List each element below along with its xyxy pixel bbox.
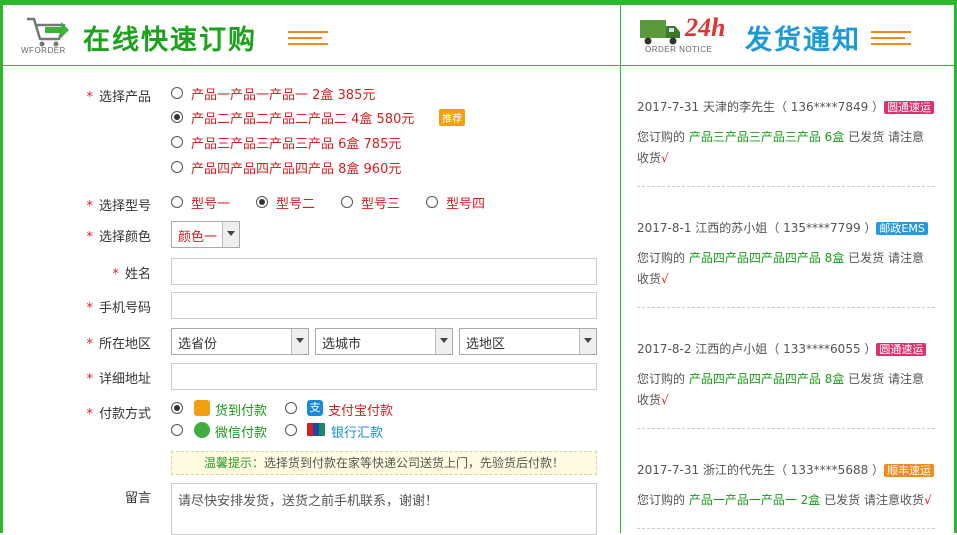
model-radio-1[interactable]	[171, 196, 183, 208]
product-option-4[interactable]: 产品四产品四产品四产品 8盒 960元	[191, 158, 401, 177]
address-label: * 详细地址	[86, 372, 151, 387]
unionpay-icon	[307, 423, 325, 436]
payment-radio-wechat[interactable]	[171, 424, 183, 436]
notice-body: 您订购的 产品四产品四产品四产品 8盒 已发货 请注意收货√	[637, 251, 924, 286]
chevron-down-icon	[435, 329, 452, 354]
cod-icon	[194, 400, 210, 416]
notice-meta: 2017-8-2 江西的卢小姐（ 133****6055 ）圆通速运	[637, 340, 935, 359]
model-option-2[interactable]: 型号二	[276, 193, 315, 212]
product-option-2[interactable]: 产品二产品二产品二产品二 4盒 580元	[191, 108, 414, 127]
product-radio-1[interactable]	[171, 87, 183, 99]
notice-caption: ORDER NOTICE	[645, 45, 713, 54]
product-radio-4[interactable]	[171, 161, 183, 173]
name-label: * 姓名	[112, 267, 151, 282]
notice-body: 您订购的 产品四产品四产品四产品 8盒 已发货 请注意收货√	[637, 372, 924, 407]
payment-radio-alipay[interactable]	[285, 402, 297, 414]
product-option-3[interactable]: 产品三产品三产品三产品 6盒 785元	[191, 133, 401, 152]
title-decoration	[288, 31, 328, 49]
wechat-icon	[194, 422, 210, 438]
payment-radio-cod[interactable]	[171, 402, 183, 414]
color-select[interactable]: 颜色一	[171, 221, 240, 248]
model-radio-4[interactable]	[426, 196, 438, 208]
courier-badge: 圆通速运	[884, 101, 935, 114]
product-label: * 选择产品	[86, 90, 151, 105]
district-select[interactable]: 选地区	[459, 328, 597, 355]
payment-radio-bank[interactable]	[285, 424, 297, 436]
color-label: * 选择颜色	[86, 230, 151, 245]
order-caption: WFORDER	[21, 46, 66, 55]
chevron-down-icon	[222, 222, 239, 247]
product-radio-3[interactable]	[171, 136, 183, 148]
model-radio-2[interactable]	[256, 196, 268, 208]
model-option-4[interactable]: 型号四	[446, 193, 485, 212]
city-select[interactable]: 选城市	[315, 328, 453, 355]
truck-icon	[640, 20, 680, 45]
name-input[interactable]	[171, 258, 597, 285]
province-value: 选省份	[178, 337, 218, 352]
notice-item: 2017-8-1 江西的苏小姐（ 135****7799 ）邮政EMS 您订购的…	[637, 219, 935, 308]
message-label: 留言	[124, 491, 151, 506]
chevron-down-icon	[291, 329, 308, 354]
product-option-1[interactable]: 产品一产品一产品一 2盒 385元	[191, 84, 375, 103]
tip-text: 选择货到付款在家等快递公司送货上门，先验货后付款！	[264, 456, 565, 470]
address-input[interactable]	[171, 363, 597, 390]
notice-item: 2017-7-31 天津的李先生（ 136****7849 ）圆通速运 您订购的…	[637, 98, 935, 187]
alipay-icon: 支	[307, 400, 323, 416]
courier-badge: 圆通速运	[876, 343, 927, 356]
payment-option-wechat[interactable]: 微信付款	[215, 422, 267, 441]
order-header: WFORDER 在线快速订购	[3, 5, 620, 65]
message-textarea[interactable]: 请尽快安排发货，送货之前手机联系，谢谢！	[171, 483, 597, 535]
model-radio-3[interactable]	[341, 196, 353, 208]
payment-tip: 温馨提示：选择货到付款在家等快递公司送货上门，先验货后付款！	[171, 451, 597, 475]
payment-option-bank[interactable]: 银行汇款	[331, 422, 383, 441]
model-option-1[interactable]: 型号一	[191, 193, 230, 212]
notice-meta: 2017-7-31 浙江的代先生（ 133****5688 ）顺丰速运	[637, 461, 935, 480]
notice-meta: 2017-7-31 天津的李先生（ 136****7849 ）圆通速运	[637, 98, 935, 117]
order-form: * 选择产品 产品一产品一产品一 2盒 385元 产品二产品二产品二产品二 4盒 …	[3, 66, 620, 535]
courier-badge: 顺丰速运	[884, 464, 935, 477]
recommend-badge: 推荐	[439, 109, 465, 126]
notice-body: 您订购的 产品三产品三产品三产品 6盒 已发货 请注意收货√	[637, 130, 924, 165]
notice-header: 24h ORDER NOTICE 发货通知	[621, 5, 954, 65]
chevron-down-icon	[579, 329, 596, 354]
notice-item: 2017-7-31 浙江的代先生（ 133****5688 ）顺丰速运 您订购的…	[637, 461, 935, 529]
model-option-3[interactable]: 型号三	[361, 193, 400, 212]
notice-body: 您订购的 产品一产品一产品一 2盒 已发货 请注意收货√	[637, 493, 932, 507]
phone-label: * 手机号码	[86, 301, 151, 316]
city-value: 选城市	[322, 337, 362, 352]
notice-item: 2017-8-2 江西的卢小姐（ 133****6055 ）圆通速运 您订购的 …	[637, 340, 935, 429]
phone-input[interactable]	[171, 292, 597, 319]
district-value: 选地区	[466, 337, 506, 352]
region-label: * 所在地区	[86, 337, 151, 352]
payment-label: * 付款方式	[86, 407, 151, 422]
notice-title: 发货通知	[745, 25, 861, 56]
tip-label: 温馨提示：	[203, 456, 264, 470]
payment-option-cod[interactable]: 货到付款	[215, 400, 267, 419]
title-decoration	[871, 31, 911, 49]
product-radio-2[interactable]	[171, 111, 183, 123]
payment-option-alipay[interactable]: 支付宝付款	[328, 400, 393, 419]
notice-meta: 2017-8-1 江西的苏小姐（ 135****7799 ）邮政EMS	[637, 219, 935, 238]
province-select[interactable]: 选省份	[171, 328, 309, 355]
courier-badge: 邮政EMS	[876, 222, 928, 235]
color-select-value: 颜色一	[178, 230, 218, 245]
shipping-notices: 2017-7-31 天津的李先生（ 136****7849 ）圆通速运 您订购的…	[621, 66, 954, 533]
h24-badge: 24h	[685, 13, 726, 42]
model-label: * 选择型号	[86, 199, 151, 214]
order-title: 在线快速订购	[83, 25, 257, 56]
